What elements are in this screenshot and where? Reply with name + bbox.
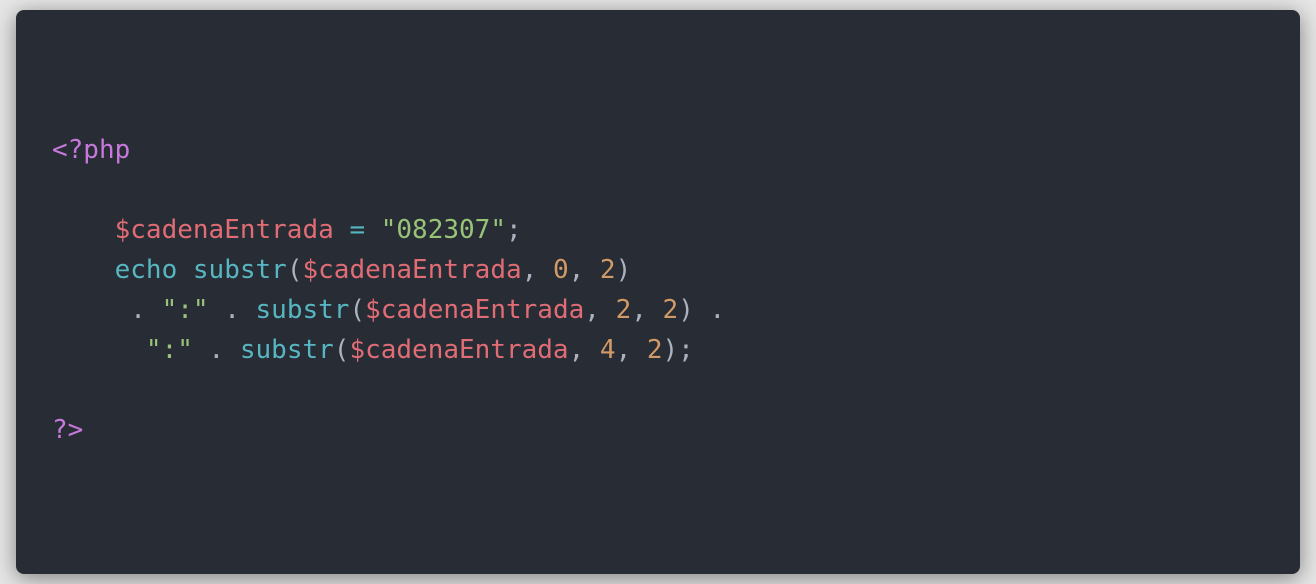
code-window: <?php $cadenaEntrada = "082307"; echo su… xyxy=(16,10,1300,574)
concat-operator: . xyxy=(208,295,256,325)
variable: $cadenaEntrada xyxy=(114,215,334,245)
code-line-echo: echo substr($cadenaEntrada, 0, 2) xyxy=(52,250,725,290)
php-close-tag: ?> xyxy=(52,415,84,445)
php-open-tag: <?php xyxy=(52,135,131,165)
paren-open: ( xyxy=(349,295,366,325)
paren-close: ) xyxy=(615,255,632,285)
echo-keyword: echo xyxy=(114,255,178,285)
variable: $cadenaEntrada xyxy=(365,295,585,325)
paren-open: ( xyxy=(333,335,350,365)
string-literal: ":" xyxy=(161,295,209,325)
concat-operator: . xyxy=(693,295,726,325)
paren-close: ) xyxy=(678,295,694,325)
paren-open: ( xyxy=(286,255,303,285)
number-literal: 2 xyxy=(662,295,679,325)
comma: , xyxy=(615,335,647,365)
code-block: <?php $cadenaEntrada = "082307"; echo su… xyxy=(52,130,725,450)
code-line-concat-1: . ":" . substr($cadenaEntrada, 2, 2) . xyxy=(52,290,725,330)
code-line-assignment: $cadenaEntrada = "082307"; xyxy=(52,210,725,250)
number-literal: 2 xyxy=(646,335,663,365)
function-name: substr xyxy=(192,255,287,285)
paren-close-semicolon: ); xyxy=(662,335,694,365)
number-literal: 4 xyxy=(599,335,616,365)
variable: $cadenaEntrada xyxy=(302,255,522,285)
concat-operator: . xyxy=(192,335,240,365)
assign-operator: = xyxy=(349,215,366,245)
concat-operator: . xyxy=(130,295,162,325)
function-name: substr xyxy=(255,295,350,325)
function-name: substr xyxy=(239,335,334,365)
string-literal: "082307" xyxy=(380,215,506,245)
comma: , xyxy=(584,295,616,325)
code-line-close-tag: ?> xyxy=(52,410,725,450)
number-literal: 2 xyxy=(615,295,632,325)
comma: , xyxy=(568,335,600,365)
comma: , xyxy=(521,255,553,285)
comma: , xyxy=(631,295,663,325)
code-line-open-tag: <?php xyxy=(52,130,725,170)
comma: , xyxy=(568,255,600,285)
string-literal: ":" xyxy=(145,335,193,365)
semicolon: ; xyxy=(505,215,522,245)
code-line-concat-2: ":" . substr($cadenaEntrada, 4, 2); xyxy=(52,330,725,370)
number-literal: 0 xyxy=(552,255,569,285)
number-literal: 2 xyxy=(599,255,616,285)
variable: $cadenaEntrada xyxy=(349,335,569,365)
